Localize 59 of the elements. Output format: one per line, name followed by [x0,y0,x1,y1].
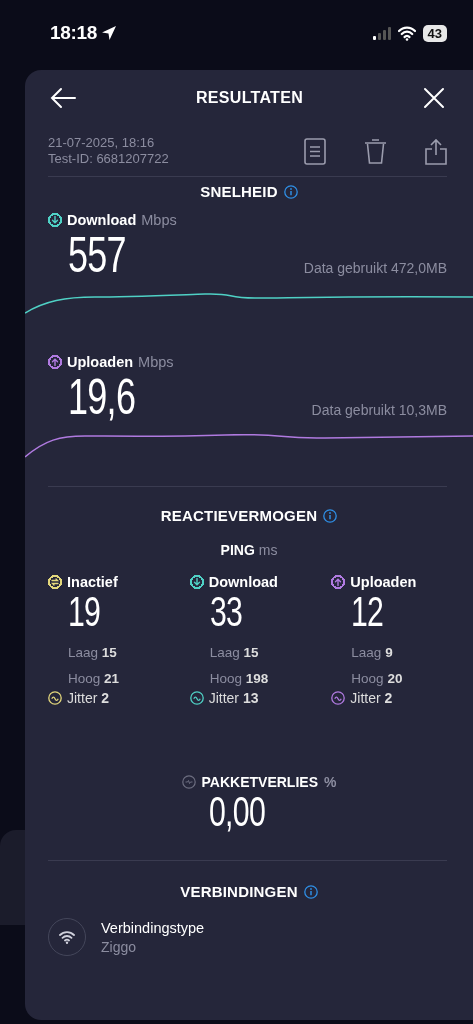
wifi-icon [59,930,75,944]
packet-loss-label: PAKKETVERLIES [201,774,318,790]
section-title: REACTIEVERMOGEN [160,507,318,524]
wifi-icon [397,26,416,41]
jitter-value: Jitter 13 [208,690,259,706]
share-icon [425,137,447,165]
unit-label: Mbps [141,212,177,228]
close-icon [423,87,445,109]
low-value: Laag 9 [350,644,394,662]
ping-value: 33 [209,590,242,634]
connection-value: Ziggo [101,937,138,956]
metric-label: Uploaden [67,354,134,370]
metric-label: Download [67,212,137,228]
wave-icon [48,691,62,705]
ping-type-label: Inactief [67,574,118,590]
ping-value: 12 [351,590,384,634]
report-button[interactable] [304,137,326,165]
clock: 18:18 [50,22,98,44]
section-title: VERBINDINGEN [180,883,298,900]
low-value: Laag 15 [67,644,118,662]
ping-value: 19 [68,590,101,634]
jitter-value: Jitter 2 [350,690,393,706]
wave-icon [331,691,346,705]
ping-type-label: Uploaden [350,574,417,590]
location-arrow-icon [101,25,118,41]
ping-label: PING [220,542,255,558]
high-value: Hoog 21 [67,670,121,688]
data-used: Data gebruikt 10,3MB [311,402,447,420]
info-icon[interactable] [283,184,298,199]
pulse-icon [181,775,196,789]
data-used: Data gebruikt 472,0MB [303,260,447,278]
document-icon [304,137,326,165]
low-value: Laag 15 [208,644,260,662]
screen-title: RESULTATEN [195,89,304,107]
test-id: Test-ID: 6681207722 [48,151,170,167]
back-button[interactable] [50,86,76,110]
battery-indicator: 43 [422,25,447,42]
unit-label: % [324,774,337,790]
signal-icon [372,27,391,40]
jitter-value: Jitter 2 [67,690,110,706]
unit-label: ms [258,542,278,558]
connection-label: Verbindingstype [101,918,205,938]
delete-button[interactable] [364,137,387,165]
ping-type-label: Download [208,574,278,590]
trash-icon [364,138,387,164]
high-value: Hoog 198 [208,670,270,688]
high-value: Hoog 20 [350,670,404,688]
speed-value: 557 [68,230,126,280]
back-arrow-icon [50,86,76,110]
section-title: SNELHEID [200,183,278,200]
info-icon[interactable] [323,508,338,523]
packet-loss-value: 0,00 [209,790,265,834]
wave-icon [189,691,204,705]
speed-value: 19,6 [68,372,136,422]
info-icon[interactable] [303,884,318,899]
unit-label: Mbps [138,354,174,370]
test-date: 21-07-2025, 18:16 [48,135,156,151]
share-button[interactable] [425,137,447,165]
close-button[interactable] [423,87,445,109]
